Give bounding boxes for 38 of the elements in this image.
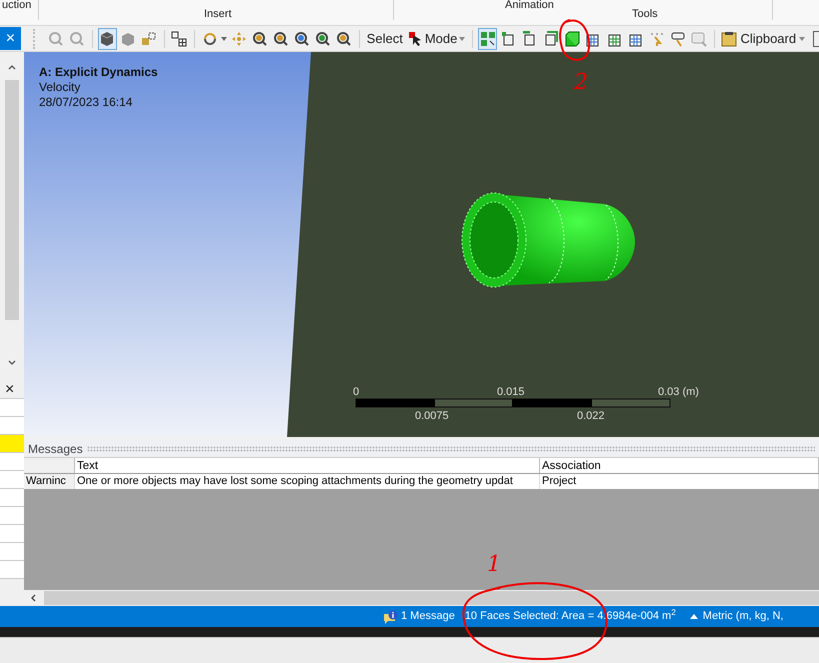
bracket-icon — [813, 30, 819, 46]
analysis-title: A: Explicit Dynamics — [39, 65, 158, 80]
ribbon-group-label: Insert — [204, 7, 232, 22]
ribbon-group-label: Tools — [632, 7, 658, 22]
table-cell: Warninc — [24, 474, 75, 489]
info-icon — [383, 610, 399, 624]
scroll-left-icon[interactable] — [30, 594, 36, 602]
select-button[interactable]: Select — [364, 28, 405, 48]
scale-label: 0.0075 — [415, 409, 449, 424]
scale-label: 0.022 — [577, 409, 605, 424]
scale-label: 0.015 — [497, 385, 525, 400]
scroll-thumb[interactable] — [5, 80, 19, 320]
panel-title: Messages — [28, 440, 83, 458]
cube-icon[interactable] — [98, 28, 117, 50]
table-cell: Project — [540, 474, 819, 489]
cylinder-model-drawing[interactable] — [462, 192, 635, 288]
clipboard-icon — [721, 30, 738, 46]
status-message-count[interactable]: 1 Message — [401, 608, 455, 625]
table-cell: One or more objects may have lost some scoping attachments during the geometry updat — [75, 474, 540, 489]
cursor-icon — [408, 32, 423, 46]
result-name: Velocity — [39, 80, 82, 95]
handwritten-mark: 2 — [574, 69, 588, 97]
clipboard-button[interactable]: Clipboard — [719, 28, 808, 48]
scroll-thumb[interactable] — [44, 591, 819, 605]
close-button[interactable]: × — [0, 27, 21, 50]
column-header: Text — [75, 458, 540, 473]
scale-label: 0.03 (m) — [658, 385, 699, 400]
column-header: Association — [540, 458, 819, 473]
caret-icon[interactable] — [221, 36, 228, 40]
mode-button[interactable]: Mode — [406, 28, 468, 48]
timestamp: 28/07/2023 16:14 — [39, 95, 134, 110]
ribbon-group-label: Animation — [505, 0, 554, 11]
scale-label: 0 — [353, 385, 360, 400]
handwritten-mark: 1 — [487, 551, 501, 579]
scroll-up-icon[interactable] — [8, 64, 16, 70]
unit-system[interactable]: Metric (m, kg, N, — [702, 608, 784, 625]
ribbon-group-label: uction — [2, 0, 32, 11]
scroll-down-icon[interactable] — [8, 360, 16, 366]
